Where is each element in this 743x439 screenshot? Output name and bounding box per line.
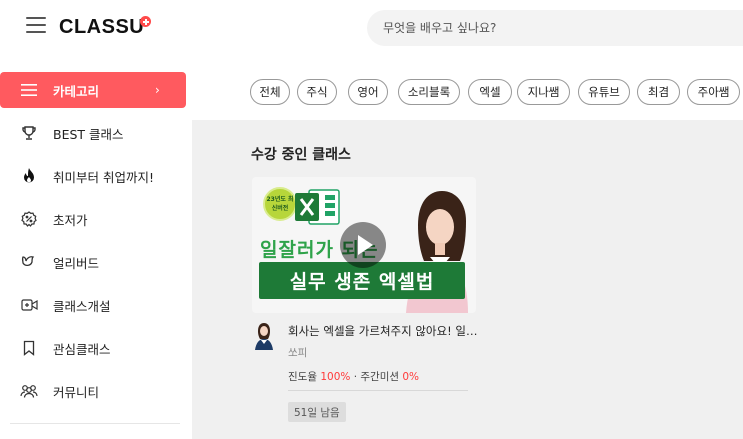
class-title[interactable]: 회사는 엑셀을 가르쳐주지 않아요! 일잘러가 되는 실무 생존 엑셀법 xyxy=(288,323,478,339)
chip-english[interactable]: 영어 xyxy=(348,79,388,105)
sidebar-item-best[interactable]: BEST 클래스 xyxy=(0,115,186,151)
section-title: 수강 중인 클래스 xyxy=(251,147,351,163)
search-bar[interactable] xyxy=(367,10,743,46)
sidebar-item-label: 클래스개설 xyxy=(53,298,111,314)
sidebar-item-open-class[interactable]: 클래스개설 xyxy=(0,287,186,323)
progress-value: 100% xyxy=(320,371,351,383)
sidebar-item-label: 커뮤니티 xyxy=(53,384,100,400)
chip-stock[interactable]: 주식 xyxy=(297,79,337,105)
chip-sound-block[interactable]: 소리블록 xyxy=(398,79,460,105)
mission-value: 0% xyxy=(402,371,420,383)
logo[interactable]: CLASSU xyxy=(59,16,144,39)
days-left-badge: 51일 남음 xyxy=(288,402,346,422)
hamburger-menu-icon[interactable] xyxy=(26,17,46,33)
sidebar-item-hobby-to-job[interactable]: 취미부터 취업까지! xyxy=(0,158,186,194)
play-icon[interactable] xyxy=(340,222,386,268)
logo-plus-icon xyxy=(140,16,151,27)
excel-icon xyxy=(295,189,340,225)
chip-jina[interactable]: 지나쌤 xyxy=(517,79,570,105)
sidebar: 카테고리 › BEST 클래스 취미부터 취업까지! 초저가 얼리버드 클래스개… xyxy=(0,66,192,439)
chip-jua[interactable]: 주아쌤 xyxy=(687,79,740,105)
sidebar-item-early-bird[interactable]: 얼리버드 xyxy=(0,244,186,280)
progress-separator: · xyxy=(353,371,358,383)
sidebar-item-community[interactable]: 커뮤니티 xyxy=(0,373,186,409)
bookmark-icon xyxy=(20,339,38,357)
instructor-name: 쏘피 xyxy=(288,347,308,359)
chip-youtube[interactable]: 유튜브 xyxy=(578,79,630,105)
fire-icon xyxy=(20,167,38,185)
version-badge: 23년도 최신버전 xyxy=(263,187,297,221)
sidebar-item-label: 관심클래스 xyxy=(53,341,111,357)
sidebar-item-favorite-classes[interactable]: 관심클래스 xyxy=(0,330,186,366)
progress-info: 진도율 100% · 주간미션 0% xyxy=(288,369,419,384)
chip-choigyeom[interactable]: 최겸 xyxy=(637,79,680,105)
trophy-icon xyxy=(20,124,38,142)
instructor-avatar xyxy=(255,323,273,350)
sidebar-item-category[interactable]: 카테고리 › xyxy=(0,72,186,108)
category-chip-bar: 전체 주식 영어 소리블록 엑셀 지나쌤 유튜브 최겸 주아쌤 xyxy=(192,66,743,120)
video-plus-icon xyxy=(20,296,38,314)
community-icon xyxy=(20,382,38,400)
sidebar-divider xyxy=(10,423,180,424)
chevron-right-icon: › xyxy=(155,83,160,97)
mission-label: 주간미션 xyxy=(360,371,400,383)
sidebar-item-label: 카테고리 xyxy=(53,83,100,99)
bird-icon xyxy=(20,253,38,271)
main-content: 수강 중인 클래스 23년도 최신버전 일잘러가 되는 실무 생존 엑셀법 회사… xyxy=(192,120,743,439)
sidebar-item-label: BEST 클래스 xyxy=(53,126,124,142)
discount-badge-icon xyxy=(20,210,38,228)
sidebar-item-label: 얼리버드 xyxy=(53,255,100,271)
sidebar-item-lowest-price[interactable]: 초저가 xyxy=(0,201,186,237)
progress-label: 진도율 xyxy=(288,371,317,383)
class-thumbnail[interactable]: 23년도 최신버전 일잘러가 되는 실무 생존 엑셀법 xyxy=(252,177,476,313)
chip-excel[interactable]: 엑셀 xyxy=(468,79,512,105)
chip-all[interactable]: 전체 xyxy=(250,79,290,105)
sidebar-item-label: 초저가 xyxy=(53,212,88,228)
top-header: CLASSU xyxy=(0,0,743,58)
menu-icon xyxy=(20,81,38,99)
search-input[interactable] xyxy=(383,10,743,46)
card-divider xyxy=(288,390,468,391)
sidebar-item-label: 취미부터 취업까지! xyxy=(53,169,154,185)
